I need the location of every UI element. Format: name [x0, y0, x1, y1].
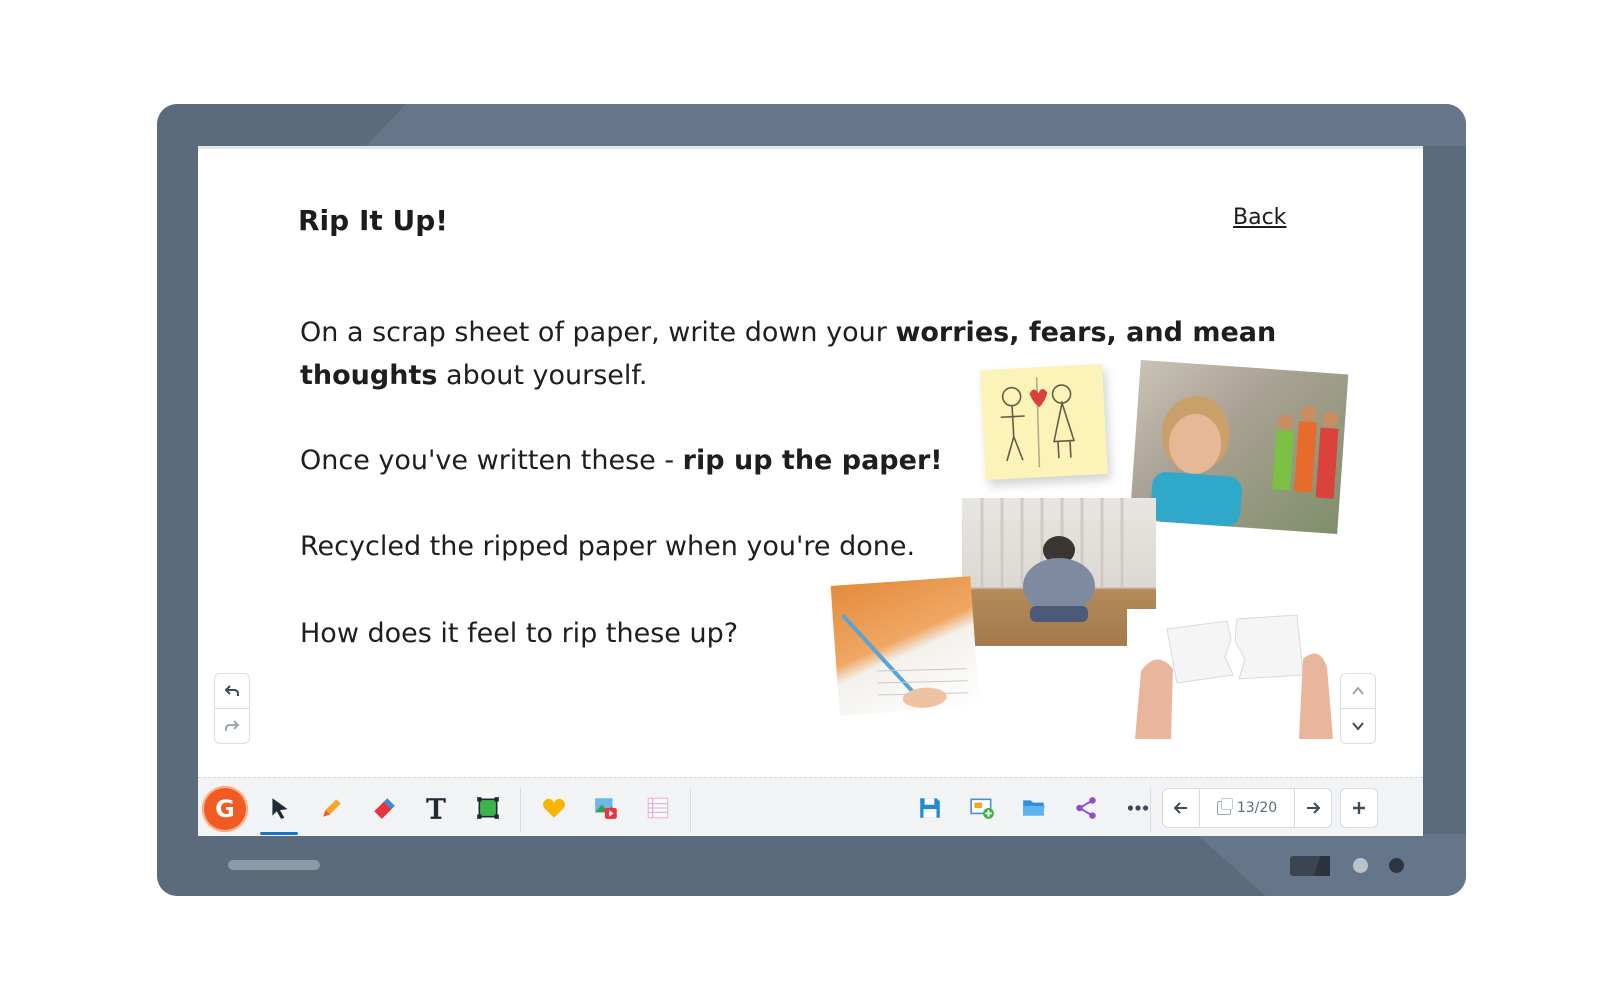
p2-text: Once you've written these -: [300, 445, 683, 476]
instruction-paragraph-3: Recycled the ripped paper when you're do…: [300, 531, 916, 562]
toolbar-divider: [1150, 788, 1151, 832]
page-indicator[interactable]: 13/20: [1199, 789, 1295, 827]
app-logo-button[interactable]: G: [202, 786, 248, 832]
device-speaker: [228, 860, 320, 870]
page-count: 13/20: [1236, 800, 1278, 816]
folder-icon[interactable]: [1014, 788, 1054, 828]
back-link[interactable]: Back: [1233, 205, 1286, 230]
tearing-paper-photo: [1127, 609, 1339, 739]
media-icon[interactable]: [586, 788, 626, 828]
sticky-note-drawing-image: [980, 363, 1108, 481]
p2-bold: rip up the paper!: [682, 445, 943, 476]
heart-icon[interactable]: [534, 788, 574, 828]
cursor-arrow-icon[interactable]: [260, 788, 300, 828]
page-navigator: 13/20: [1162, 788, 1332, 828]
p1-text-end: about yourself.: [437, 360, 648, 391]
active-tool-indicator: [260, 832, 298, 835]
toolbar-divider: [520, 788, 521, 832]
undo-redo-group: [214, 673, 250, 744]
child-writing-photo: [830, 576, 980, 716]
frame-highlight-bottom: [1196, 834, 1466, 896]
device-frame: Rip It Up! Back On a scrap sheet of pape…: [157, 104, 1466, 896]
instruction-paragraph-2: Once you've written these - rip up the p…: [300, 439, 943, 482]
instruction-paragraph-4: How does it feel to rip these up?: [300, 618, 739, 649]
frame-highlight: [366, 104, 1466, 146]
add-page-button[interactable]: [1340, 788, 1378, 828]
share-icon[interactable]: [1066, 788, 1106, 828]
undo-icon[interactable]: [215, 674, 249, 708]
device-camera: [1389, 858, 1404, 873]
whiteboard-screen: Rip It Up! Back On a scrap sheet of pape…: [198, 146, 1423, 836]
chevron-down-icon[interactable]: [1341, 708, 1375, 743]
more-icon[interactable]: [1118, 788, 1158, 828]
text-icon[interactable]: [416, 788, 456, 828]
arrow-right-icon: [1307, 802, 1321, 814]
save-icon[interactable]: [910, 788, 950, 828]
p1-text-start: On a scrap sheet of paper, write down yo…: [300, 317, 896, 348]
instruction-paragraph-1: On a scrap sheet of paper, write down yo…: [300, 311, 1280, 397]
plus-icon: [1353, 802, 1365, 814]
device-sensor: [1290, 856, 1330, 876]
lesson-title: Rip It Up!: [298, 204, 449, 237]
chevron-up-icon[interactable]: [1341, 674, 1375, 708]
arrow-left-icon: [1173, 802, 1187, 814]
eraser-icon[interactable]: [364, 788, 404, 828]
toolbar-divider: [690, 788, 691, 832]
bottom-toolbar: G 13/20: [198, 777, 1423, 836]
lined-paper-icon[interactable]: [638, 788, 678, 828]
pencil-icon[interactable]: [312, 788, 352, 828]
add-screen-icon[interactable]: [962, 788, 1002, 828]
shape-icon[interactable]: [468, 788, 508, 828]
redo-icon[interactable]: [215, 708, 249, 743]
device-indicator-light: [1353, 858, 1368, 873]
next-page-button[interactable]: [1295, 789, 1331, 827]
prev-page-button[interactable]: [1163, 789, 1199, 827]
scroll-controls: [1340, 673, 1376, 744]
teen-boy-photo: [1129, 359, 1349, 535]
pages-icon: [1216, 798, 1233, 815]
